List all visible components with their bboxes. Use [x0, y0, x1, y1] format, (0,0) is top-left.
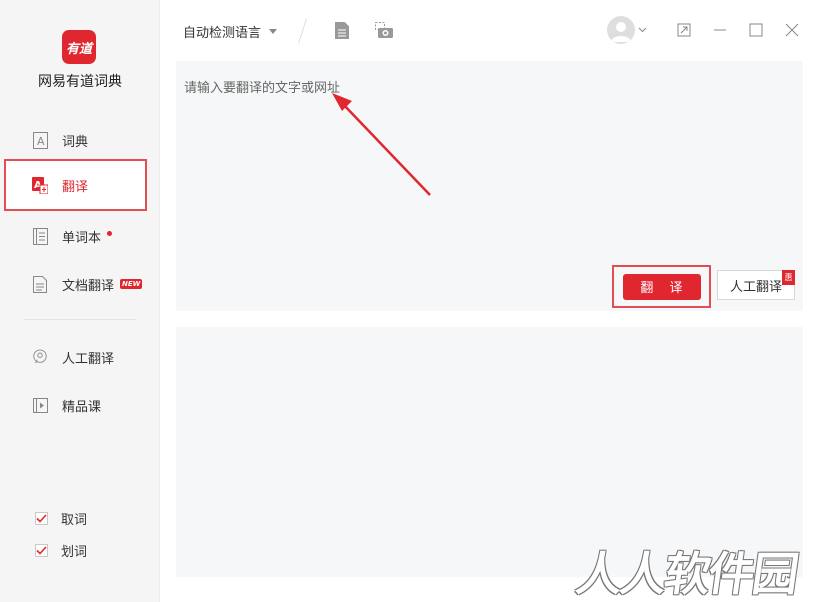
language-selector[interactable]: 自动检测语言 — [183, 22, 278, 41]
sidebar-item-label: 文档翻译 — [62, 278, 115, 294]
sidebar-item-label: 翻译 — [62, 179, 89, 195]
notification-dot — [107, 230, 113, 236]
sidebar-item-human-translate[interactable]: 人工翻译 — [4, 332, 147, 382]
translate-button[interactable]: 翻 译 — [622, 273, 701, 300]
sidebar: 有道 网易有道词典 A 词典 A 翻译 单词本 文档翻译 NEW 人工翻译 精品… — [0, 0, 160, 602]
minimize-icon[interactable] — [710, 20, 730, 40]
language-label: 自动检测语言 — [183, 26, 262, 41]
checkbox-select-capture[interactable] — [35, 544, 48, 557]
dictionary-icon: A — [32, 131, 48, 149]
translate-button-highlight: 翻 译 — [612, 265, 711, 308]
discount-badge: 惠 — [782, 270, 795, 285]
human-translate-button[interactable]: 人工翻译 惠 — [717, 270, 795, 300]
sidebar-item-course[interactable]: 精品课 — [4, 380, 147, 430]
sidebar-item-wordbook[interactable]: 单词本 — [4, 211, 147, 261]
svg-text:A: A — [37, 135, 45, 148]
option-label: 取词 — [61, 513, 88, 528]
wordbook-icon — [32, 227, 48, 245]
app-name: 网易有道词典 — [38, 74, 122, 90]
option-select-capture[interactable]: 划词 — [35, 541, 87, 560]
sidebar-item-label: 精品课 — [62, 399, 102, 415]
sidebar-item-document-translate[interactable]: 文档翻译 NEW — [4, 259, 147, 309]
close-icon[interactable] — [782, 20, 802, 40]
app-logo-icon: 有道 — [62, 30, 96, 64]
human-translate-icon — [32, 348, 48, 366]
sidebar-item-translate[interactable]: A 翻译 — [4, 159, 147, 211]
sidebar-item-label: 词典 — [62, 134, 89, 150]
sidebar-item-label: 人工翻译 — [62, 351, 115, 367]
option-word-capture[interactable]: 取词 — [35, 509, 87, 528]
human-translate-label: 人工翻译 — [729, 279, 782, 295]
option-label: 划词 — [61, 545, 88, 560]
chevron-down-icon — [269, 29, 278, 34]
avatar[interactable] — [607, 16, 635, 44]
document-upload-icon[interactable] — [332, 20, 352, 40]
new-badge: NEW — [120, 279, 143, 289]
course-icon — [32, 396, 48, 414]
sidebar-item-dictionary[interactable]: A 词典 — [4, 115, 147, 165]
annotation-arrow — [332, 93, 431, 196]
account-chevron-down-icon[interactable] — [636, 20, 648, 40]
checkbox-word-capture[interactable] — [35, 512, 48, 525]
document-icon — [32, 275, 48, 293]
sidebar-item-label: 单词本 — [62, 230, 102, 246]
maximize-icon[interactable] — [746, 20, 766, 40]
watermark: 人人软件园 — [572, 547, 801, 601]
sidebar-divider — [24, 319, 136, 320]
screenshot-icon[interactable] — [374, 20, 394, 40]
toolbar-separator — [298, 18, 307, 44]
translate-icon: A — [32, 176, 48, 194]
mini-mode-icon[interactable] — [674, 20, 694, 40]
